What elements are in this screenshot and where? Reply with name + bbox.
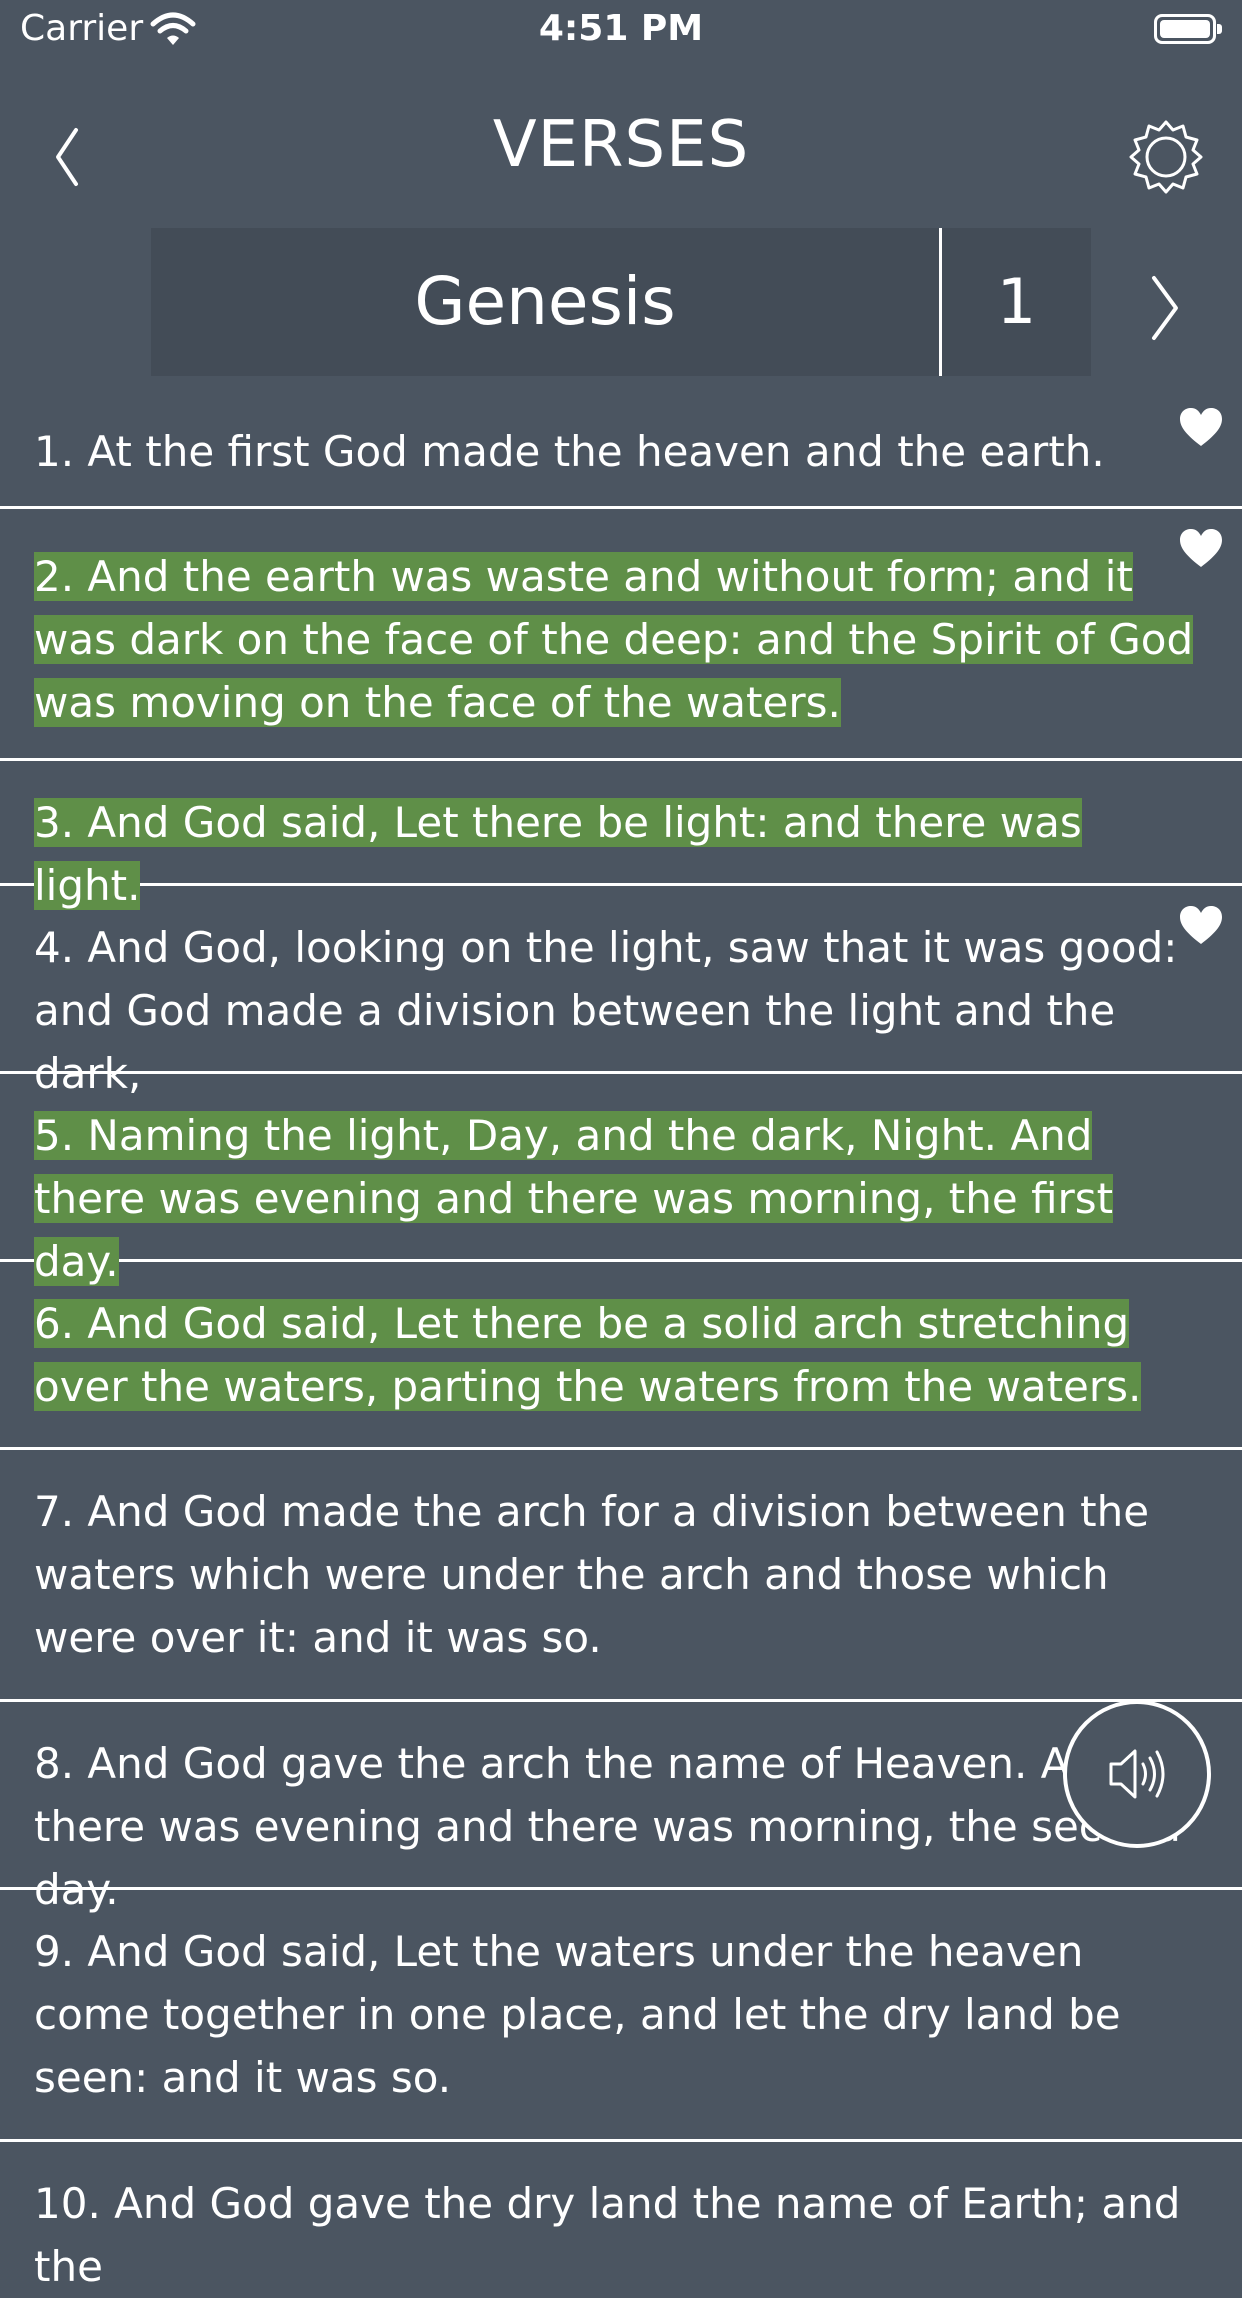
- verse-row[interactable]: 9. And God said, Let the waters under th…: [0, 1890, 1242, 2142]
- verse-text: 10. And God gave the dry land the name o…: [34, 2179, 1181, 2291]
- verse-text: 8. And God gave the arch the name of Hea…: [34, 1739, 1181, 1914]
- audio-play-button[interactable]: [1063, 1700, 1211, 1848]
- verse-text: 2. And the earth was waste and without f…: [34, 552, 1194, 727]
- favorite-heart-icon[interactable]: [1178, 527, 1224, 569]
- verse-row[interactable]: 3. And God said, Let there be light: and…: [0, 761, 1242, 910]
- verse-text: 5. Naming the light, Day, and the dark, …: [34, 1111, 1114, 1286]
- verse-row[interactable]: 10. And God gave the dry land the name o…: [0, 2142, 1242, 2291]
- verse-text: 6. And God said, Let there be a solid ar…: [34, 1299, 1142, 1411]
- favorite-heart-icon[interactable]: [1178, 406, 1224, 448]
- verse-row[interactable]: 6. And God said, Let there be a solid ar…: [0, 1262, 1242, 1450]
- verse-row[interactable]: 7. And God made the arch for a division …: [0, 1450, 1242, 1702]
- settings-button[interactable]: [1125, 116, 1207, 198]
- battery-icon: [1154, 14, 1222, 44]
- next-chapter-button[interactable]: [1140, 272, 1190, 344]
- verse-row[interactable]: 8. And God gave the arch the name of Hea…: [0, 1702, 1242, 1914]
- verse-row[interactable]: 2. And the earth was waste and without f…: [0, 509, 1242, 761]
- chapter-selector[interactable]: 1: [942, 228, 1091, 376]
- book-selector[interactable]: Genesis: [151, 228, 939, 376]
- favorite-heart-icon[interactable]: [1178, 904, 1224, 946]
- nav-bar: VERSES: [0, 62, 1242, 232]
- verse-row[interactable]: 4. And God, looking on the light, saw th…: [0, 886, 1242, 1098]
- book-chapter-selector: Genesis 1: [151, 228, 1091, 376]
- gear-icon: [1129, 120, 1203, 194]
- status-bar: Carrier 4:51 PM: [0, 0, 1242, 62]
- speaker-icon: [1109, 1749, 1165, 1799]
- status-time: 4:51 PM: [538, 8, 704, 49]
- verse-text: 4. And God, looking on the light, saw th…: [34, 923, 1178, 1098]
- page-title: VERSES: [492, 108, 750, 182]
- verse-row[interactable]: 1. At the first God made the heaven and …: [0, 376, 1242, 509]
- verse-row[interactable]: 5. Naming the light, Day, and the dark, …: [0, 1074, 1242, 1286]
- verse-list: 1. At the first God made the heaven and …: [0, 376, 1242, 2291]
- verse-text: 1. At the first God made the heaven and …: [34, 427, 1105, 476]
- verse-text: 7. And God made the arch for a division …: [34, 1487, 1150, 1662]
- verse-text: 9. And God said, Let the waters under th…: [34, 1927, 1121, 2102]
- chevron-right-icon: [1152, 276, 1178, 340]
